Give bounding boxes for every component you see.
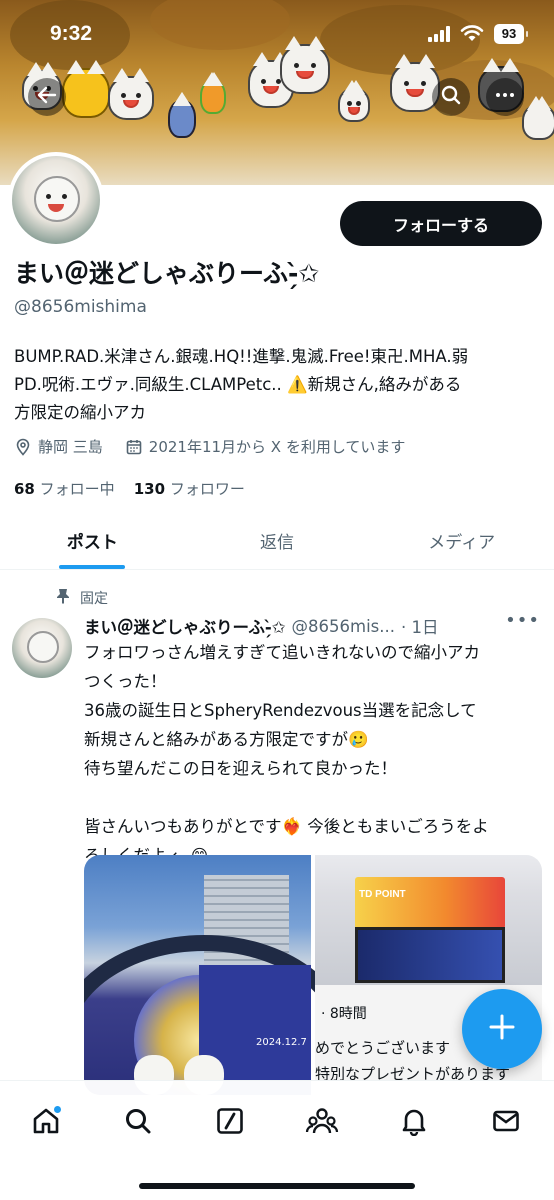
followers-link[interactable]: 130 フォロワー <box>134 480 245 498</box>
post-line <box>84 783 544 812</box>
location-pin-icon <box>14 438 32 456</box>
search-icon <box>123 1106 153 1140</box>
nav-grok[interactable] <box>208 1101 252 1145</box>
tab-posts[interactable]: ポスト <box>0 512 185 569</box>
nav-communities[interactable] <box>300 1101 344 1145</box>
profile-avatar[interactable] <box>8 152 104 248</box>
following-link[interactable]: 68 フォロー中 <box>14 480 115 498</box>
battery-indicator: 93 <box>494 24 528 44</box>
tab-replies[interactable]: 返信 <box>185 512 370 569</box>
post-text: フォロワっさん増えすぎて追いきれないので縮小アカ つくった！ 36歳の誕生日とS… <box>84 638 544 870</box>
following-label: フォロー中 <box>39 480 115 498</box>
followers-count: 130 <box>133 480 166 498</box>
search-icon <box>440 84 462 110</box>
post-line: フォロワっさん増えすぎて追いきれないので縮小アカ <box>84 643 480 662</box>
media-image-concert[interactable]: 2024.12.7 <box>84 855 354 1095</box>
post-line: 待ち望んだこの日を迎えられて良かった！ <box>84 759 398 778</box>
more-button[interactable] <box>486 78 524 116</box>
post-header: まい＠迷どしゃぶりーふ-̗̀✩ @8656mis... · 1日 ••• <box>84 610 544 638</box>
profile-joined: 2021年11月から X を利用しています <box>148 438 406 456</box>
nav-home[interactable] <box>24 1101 68 1145</box>
quoted-post-time: · 8時間 <box>321 1006 367 1022</box>
profile-tabs: ポスト 返信 メディア <box>0 512 554 570</box>
profile-location: 静岡 三島 <box>38 438 103 456</box>
post-time: · 1日 <box>401 618 439 637</box>
mail-icon <box>491 1106 521 1140</box>
follow-button[interactable]: フォローする <box>340 201 542 246</box>
notification-dot <box>53 1105 62 1114</box>
home-indicator <box>139 1183 415 1189</box>
post-media: 2024.12.7 TD POINT · 8時間 めでとうございます 特別なプレ… <box>84 855 542 1095</box>
grok-icon <box>215 1106 245 1140</box>
pin-icon <box>56 588 70 608</box>
profile-handle: @8656mishima <box>14 297 147 317</box>
following-count: 68 <box>14 480 35 498</box>
post-author-name[interactable]: まい＠迷どしゃぶりーふ-̗̀✩ <box>84 614 286 638</box>
back-button[interactable] <box>28 78 66 116</box>
profile-display-name: まい＠迷どしゃぶりーふ-̗̀✩ <box>14 259 320 288</box>
profile-meta: 静岡 三島 2021年11月から X を利用しています <box>14 436 405 457</box>
search-button[interactable] <box>432 78 470 116</box>
post-avatar[interactable] <box>12 618 72 678</box>
post-line: 36歳の誕生日とSpheryRendezvous当選を記念して <box>84 701 477 720</box>
followers-label: フォロワー <box>169 480 245 498</box>
nav-search[interactable] <box>116 1101 160 1145</box>
post-line: つくった！ <box>84 672 167 691</box>
cellular-signal-icon <box>428 26 450 42</box>
bio-line: BUMP.RAD.米津さん.銀魂.HQ!!進撃.鬼滅.Free!東卍.MHA.弱 <box>14 347 469 366</box>
wifi-icon <box>460 24 484 46</box>
post-line: 新規さんと絡みがある方限定ですが🥲 <box>84 730 369 749</box>
status-bar: 9:32 93 <box>0 0 554 62</box>
follow-counts: 68 フォロー中 130 フォロワー <box>14 478 245 499</box>
post-more-icon[interactable]: ••• <box>505 610 540 631</box>
bottom-navigation <box>0 1080 554 1200</box>
communities-icon <box>305 1106 339 1140</box>
more-icon <box>494 84 516 110</box>
status-time: 9:32 <box>50 22 93 45</box>
pinned-indicator: 固定 <box>56 588 108 608</box>
post-line: 皆さんいつもありがとです❤️‍🔥 今後ともまいごろうをよ <box>84 817 489 836</box>
plus-icon <box>487 1012 517 1046</box>
calendar-icon <box>125 438 143 456</box>
bio-line: 方限定の縮小アカ <box>14 403 146 422</box>
nav-notifications[interactable] <box>392 1101 436 1145</box>
pinned-label: 固定 <box>80 591 108 607</box>
profile-bio: BUMP.RAD.米津さん.銀魂.HQ!!進撃.鬼滅.Free!東卍.MHA.弱… <box>14 343 540 427</box>
avatar-image <box>12 156 100 244</box>
compose-button[interactable] <box>462 989 542 1069</box>
media-sign-text: TD POINT <box>359 889 406 900</box>
post-author-handle: @8656mis... <box>291 616 395 636</box>
bell-icon <box>399 1106 429 1140</box>
bio-line: PD.呪術.エヴァ.同級生.CLAMPetc.. ⚠️新規さん,絡みがある <box>14 375 462 394</box>
media-date-text: 2024.12.7 <box>256 1037 307 1048</box>
arrow-left-icon <box>36 84 58 110</box>
tab-media[interactable]: メディア <box>369 512 554 569</box>
nav-messages[interactable] <box>484 1101 528 1145</box>
